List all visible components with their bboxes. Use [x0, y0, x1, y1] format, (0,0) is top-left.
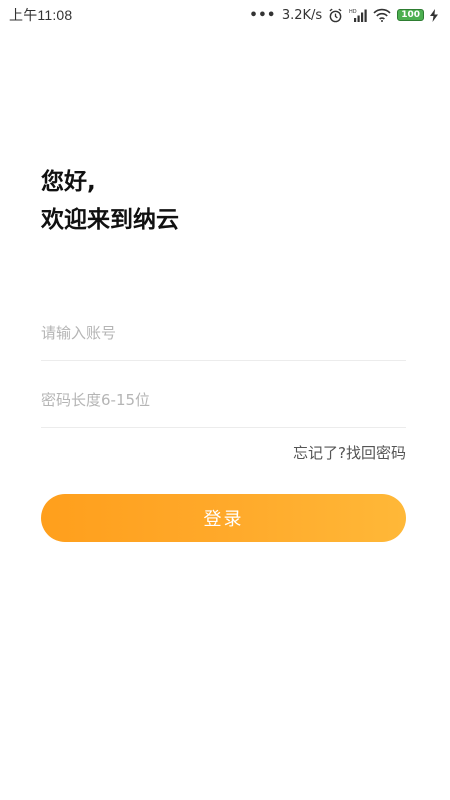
- account-input[interactable]: [41, 305, 406, 360]
- greeting-line-hello: 您好,: [41, 169, 96, 195]
- status-icons: ••• 3.2K/s HD 100: [249, 8, 438, 23]
- login-screen: 上午11:08 ••• 3.2K/s HD 100 您好, 欢迎来到纳云 请输入…: [0, 0, 450, 800]
- account-field: [41, 305, 406, 361]
- login-button[interactable]: 登录: [41, 494, 406, 542]
- status-bar: 上午11:08 ••• 3.2K/s HD 100: [0, 0, 450, 30]
- more-dots-icon: •••: [249, 7, 276, 23]
- status-time: 上午11:08: [9, 7, 73, 23]
- net-speed: 3.2K/s: [281, 7, 323, 23]
- greeting-line-welcome: 欢迎来到纳云: [41, 207, 179, 233]
- svg-text:HD: HD: [349, 9, 357, 15]
- alarm-icon: [328, 8, 343, 23]
- wifi-icon: [373, 8, 391, 22]
- password-input[interactable]: [41, 372, 406, 427]
- greeting-heading: 您好, 欢迎来到纳云: [41, 163, 179, 239]
- password-field: [41, 372, 406, 428]
- forgot-password-link[interactable]: 忘记了?找回密码: [293, 442, 406, 463]
- charging-icon: [430, 8, 438, 22]
- hd-signal-icon: HD: [349, 8, 367, 23]
- battery-icon: 100: [397, 9, 424, 21]
